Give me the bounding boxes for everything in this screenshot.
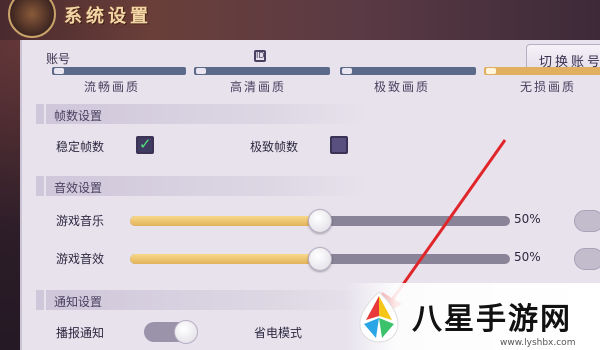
watermark-text: 八星手游网	[412, 302, 572, 337]
arrow-line	[390, 139, 507, 301]
watermark-logo-icon	[359, 291, 399, 343]
watermark-url: www.lyshbx.com	[500, 338, 576, 348]
